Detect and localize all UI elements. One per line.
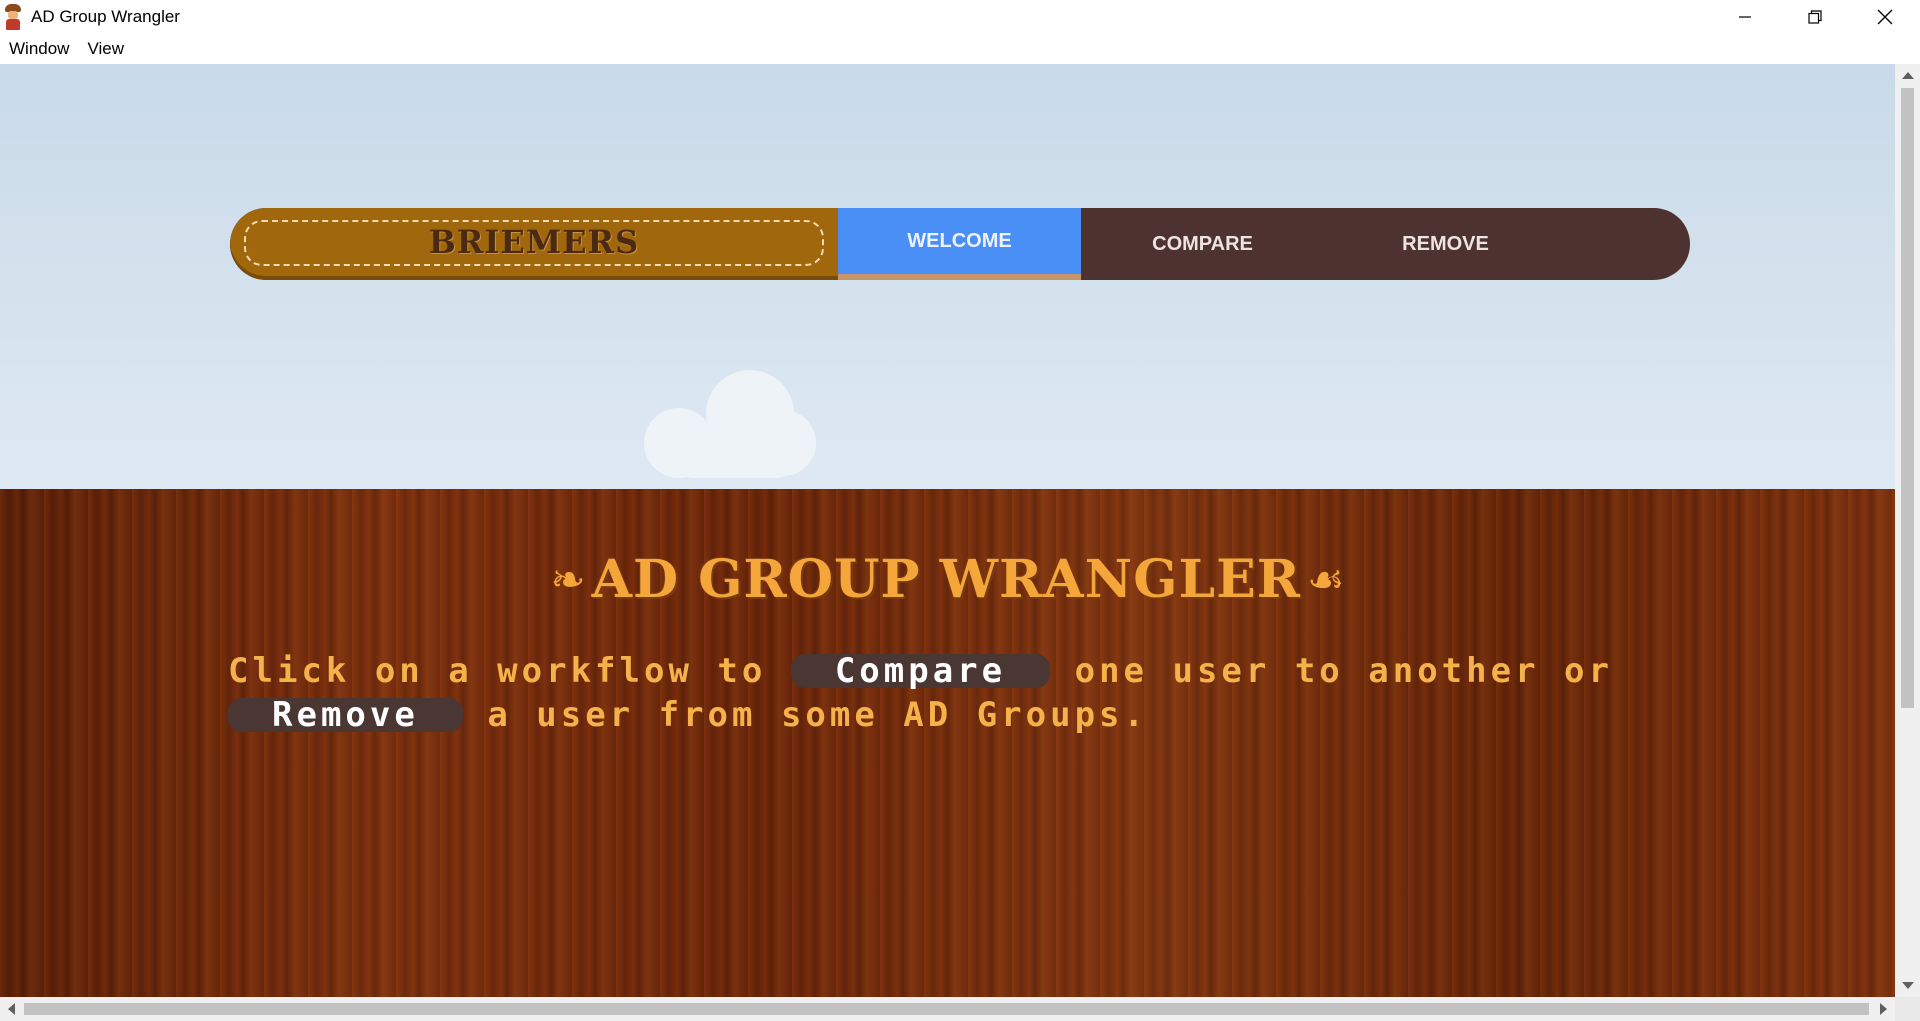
window-title: AD Group Wrangler: [31, 7, 180, 26]
cowboy-app-icon: [4, 4, 22, 30]
desc-text-3: another or: [1368, 651, 1613, 691]
vertical-scroll-thumb[interactable]: [1901, 88, 1914, 708]
flourish-left-icon: ❧: [550, 555, 586, 604]
brand-name: BRIEMERS: [428, 223, 640, 261]
cloud-decoration: [640, 364, 830, 484]
scroll-left-icon[interactable]: [8, 1003, 15, 1015]
scroll-right-icon[interactable]: [1880, 1003, 1887, 1015]
content-viewport: BRIEMERS WELCOME COMPARE REMOVE ❧ AD GRO…: [0, 64, 1895, 997]
wood-panel: ❧ AD GROUP WRANGLER ☙ Click on a workflo…: [0, 489, 1895, 997]
close-icon: [1877, 9, 1893, 25]
desc-text-4: a user from some AD Groups.: [487, 695, 1148, 735]
desc-text-1: Click on a workflow to: [228, 651, 767, 691]
menu-window[interactable]: Window: [0, 39, 78, 59]
vertical-scrollbar[interactable]: [1895, 64, 1920, 997]
scrollbar-corner: [1895, 997, 1920, 1021]
menu-view[interactable]: View: [78, 39, 133, 59]
hero-heading: ❧ AD GROUP WRANGLER ☙: [0, 549, 1895, 610]
tab-remove[interactable]: REMOVE: [1324, 208, 1567, 280]
remove-button[interactable]: Remove: [228, 698, 463, 732]
minimize-button[interactable]: [1710, 0, 1780, 34]
horizontal-scroll-thumb[interactable]: [24, 1003, 1869, 1015]
welcome-description: Click on a workflow to Compare one user …: [228, 649, 1668, 737]
tab-compare[interactable]: COMPARE: [1081, 208, 1324, 280]
scroll-down-icon[interactable]: [1902, 982, 1914, 989]
minimize-icon: [1739, 16, 1751, 18]
main-nav: BRIEMERS WELCOME COMPARE REMOVE: [230, 208, 1690, 280]
title-bar: AD Group Wrangler: [0, 0, 1920, 34]
flourish-right-icon: ☙: [1306, 555, 1345, 604]
sky-background: BRIEMERS WELCOME COMPARE REMOVE: [0, 64, 1895, 489]
restore-button[interactable]: [1780, 0, 1850, 34]
tab-welcome[interactable]: WELCOME: [838, 208, 1081, 280]
desc-text-2: one user to: [1074, 651, 1344, 691]
restore-icon: [1808, 10, 1822, 24]
page-title: AD GROUP WRANGLER: [591, 549, 1301, 610]
brand-badge[interactable]: BRIEMERS: [230, 208, 838, 280]
close-button[interactable]: [1850, 0, 1920, 34]
compare-button[interactable]: Compare: [790, 654, 1051, 688]
scroll-up-icon[interactable]: [1902, 72, 1914, 79]
menu-bar: Window View: [0, 34, 1920, 64]
horizontal-scrollbar[interactable]: [0, 997, 1895, 1021]
